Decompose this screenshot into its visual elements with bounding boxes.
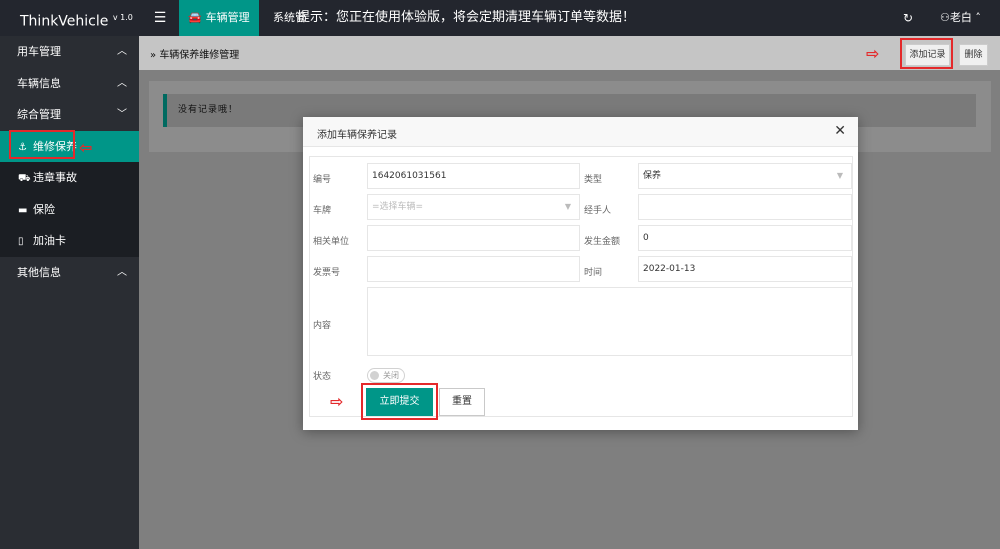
sidebar: 用车管理 ︿ 车辆信息 ︿ 综合管理 ﹀ ⚓ 维修保养 ⛟ 违章事故 ▬ 保险 ▯ 加油卡 其… — [0, 36, 139, 549]
truck-icon: ⛟ — [18, 173, 31, 184]
plate-select-placeholder: =选择车辆= — [372, 202, 424, 212]
user-name: 老白 — [949, 11, 972, 24]
unit-field[interactable] — [367, 225, 580, 251]
dialog-title: 添加车辆保养记录 — [317, 130, 397, 141]
highlight-box-submit — [361, 383, 438, 420]
sidebar-group-label: 其他信息 — [17, 265, 61, 279]
chevron-up-icon: ˄ — [975, 11, 981, 24]
sidebar-group-label: 用车管理 — [17, 45, 61, 58]
unit-label: 相关单位 — [313, 237, 350, 247]
invoice-label: 发票号 — [313, 268, 341, 278]
reset-button[interactable]: 重置 — [439, 388, 485, 416]
dropdown-caret-icon: ▼ — [564, 202, 571, 211]
arrow-right-icon: ⇨ — [330, 392, 344, 411]
card-icon: ▬ — [18, 204, 28, 216]
sidebar-group-label: 车辆信息 — [17, 76, 61, 90]
type-select[interactable]: 保养 ▼ — [638, 163, 852, 189]
chevron-up-icon: ︿ — [117, 77, 127, 89]
status-toggle[interactable]: 关闭 — [367, 368, 405, 383]
sidebar-group-other[interactable]: 其他信息 ︿ — [0, 257, 139, 289]
number-label: 编号 — [313, 175, 332, 185]
sidebar-group-general[interactable]: 综合管理 ﹀ — [0, 99, 139, 131]
chevron-up-icon: ︿ — [117, 46, 127, 57]
plate-select[interactable]: =选择车辆= ▼ — [367, 194, 580, 220]
sidebar-item-fuel-card[interactable]: ▯ 加油卡 — [0, 225, 139, 257]
status-label: 状态 — [313, 372, 332, 382]
delete-button[interactable]: 删除 — [959, 44, 988, 66]
file-icon: ▯ — [18, 236, 24, 247]
close-icon[interactable]: ✕ — [834, 123, 846, 139]
add-maintenance-dialog: 添加车辆保养记录 ✕ 编号 1642061031561 类型 保养 ▼ 车牌 =选… — [303, 117, 858, 430]
top-bar: ThinkVehicle v 1.0 ☰ 🚘 车辆管理 系统管 提示：您正在使用… — [0, 0, 1000, 36]
user-icon: ⚇ — [940, 11, 950, 24]
number-field[interactable]: 1642061031561 — [367, 163, 580, 189]
nav-vehicle-management[interactable]: 🚘 车辆管理 — [179, 0, 259, 36]
app-version: v 1.0 — [112, 13, 133, 22]
sidebar-item-label: 违章事故 — [33, 171, 77, 184]
plate-label: 车牌 — [313, 206, 332, 216]
handler-field[interactable] — [638, 194, 852, 220]
double-chevron-icon: » — [150, 50, 157, 61]
car-icon: 🚘 — [188, 11, 203, 24]
type-select-value: 保养 — [643, 171, 662, 181]
app-logo-text: ThinkVehicle — [20, 13, 109, 30]
chevron-down-icon: ﹀ — [117, 109, 127, 120]
toggle-knob — [370, 371, 379, 380]
sidebar-group-label: 综合管理 — [17, 108, 61, 121]
nav-vehicle-management-label: 车辆管理 — [205, 11, 250, 24]
dropdown-caret-icon: ▼ — [836, 171, 843, 180]
breadcrumb-text: 车辆保养维修管理 — [159, 50, 240, 61]
hamburger-icon[interactable]: ☰ — [150, 0, 170, 36]
status-toggle-text: 关闭 — [383, 371, 399, 380]
highlight-box-add — [900, 38, 953, 69]
content-label: 内容 — [313, 321, 332, 331]
dialog-header: 添加车辆保养记录 ✕ — [303, 117, 858, 147]
notice-text: 提示：您正在使用体验版，将会定期清理车辆订单等数据！ — [297, 10, 636, 25]
arrow-left-icon: ⇦ — [79, 138, 93, 157]
sidebar-item-violations[interactable]: ⛟ 违章事故 — [0, 162, 139, 194]
handler-label: 经手人 — [584, 206, 612, 216]
user-menu[interactable]: ⚇老白 ˄ — [940, 0, 981, 36]
type-label: 类型 — [584, 175, 603, 185]
time-field[interactable]: 2022-01-13 — [638, 256, 852, 282]
app-logo[interactable]: ThinkVehicle v 1.0 — [0, 0, 139, 36]
content-textarea[interactable] — [367, 287, 852, 356]
time-label: 时间 — [584, 268, 603, 278]
maintenance-form: 编号 1642061031561 类型 保养 ▼ 车牌 =选择车辆= ▼ 经手人 相… — [309, 156, 853, 420]
refresh-icon[interactable]: ↻ — [900, 0, 916, 36]
amount-label: 发生金额 — [584, 237, 621, 247]
sidebar-item-label: 保险 — [33, 202, 55, 216]
amount-field[interactable]: 0 — [638, 225, 852, 251]
sidebar-item-label: 加油卡 — [33, 234, 66, 247]
highlight-box-sidebar — [9, 130, 75, 159]
sidebar-item-insurance[interactable]: ▬ 保险 — [0, 193, 139, 225]
arrow-right-icon: ⇨ — [866, 44, 880, 63]
breadcrumb: » 车辆保养维修管理 — [150, 46, 239, 61]
sidebar-group-vehicle-use[interactable]: 用车管理 ︿ — [0, 36, 139, 68]
chevron-up-icon: ︿ — [117, 266, 127, 278]
invoice-field[interactable] — [367, 256, 580, 282]
sidebar-group-vehicle-info[interactable]: 车辆信息 ︿ — [0, 68, 139, 100]
